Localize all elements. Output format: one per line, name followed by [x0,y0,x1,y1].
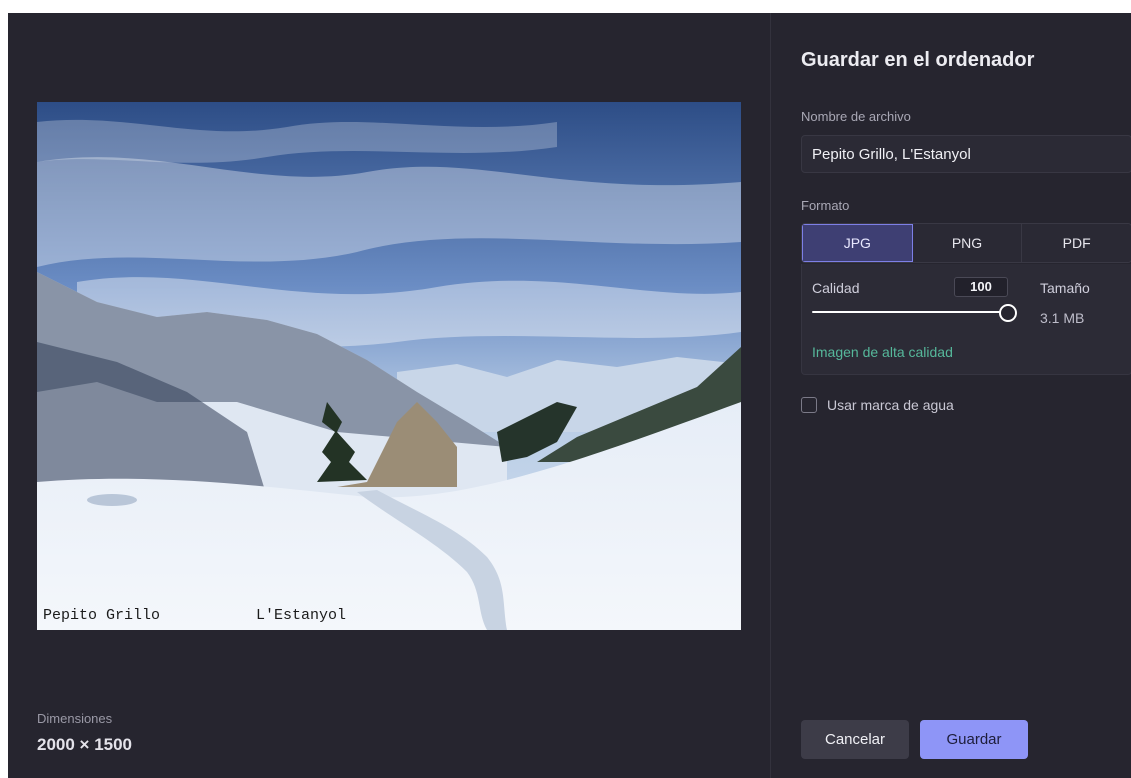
watermark-option[interactable]: Usar marca de agua [801,397,954,413]
dimensions-value: 2000 × 1500 [37,735,133,754]
format-option-pdf[interactable]: PDF [1022,224,1131,262]
quality-value-input[interactable]: 100 [954,277,1008,297]
cancel-button[interactable]: Cancelar [801,720,909,759]
filename-input[interactable] [801,135,1131,173]
size-value: 3.1 MB [1040,310,1085,326]
watermark-label: Usar marca de agua [827,397,954,413]
save-button[interactable]: Guardar [920,720,1028,759]
panel-title: Guardar en el ordenador [801,49,1035,71]
format-option-png[interactable]: PNG [912,224,1023,262]
quality-slider-thumb[interactable] [999,304,1017,322]
save-dialog: Pepito Grillo L'Estanyol Dimensiones 200… [8,13,1131,778]
filename-label: Nombre de archivo [801,109,911,124]
format-selector: JPG PNG PDF [801,223,1131,263]
photo-preview: Pepito Grillo L'Estanyol [37,102,741,630]
preview-area: Pepito Grillo L'Estanyol Dimensiones 200… [8,13,770,778]
quality-label: Calidad [812,280,860,296]
caption-right: L'Estanyol [256,607,347,624]
quality-slider[interactable] [812,304,1017,322]
quality-slider-track [812,311,1008,313]
quality-box: Calidad 100 Tamaño 3.1 MB Imagen de alta… [801,264,1131,375]
format-label: Formato [801,198,850,213]
watermark-checkbox[interactable] [801,397,817,413]
settings-panel: Guardar en el ordenador Nombre de archiv… [771,13,1131,778]
format-option-jpg[interactable]: JPG [802,224,913,262]
caption-left: Pepito Grillo [43,607,161,624]
mountain-photo [37,102,741,630]
dimensions-label: Dimensiones [37,711,113,726]
quality-hint: Imagen de alta calidad [812,344,953,360]
size-label: Tamaño [1040,280,1090,296]
